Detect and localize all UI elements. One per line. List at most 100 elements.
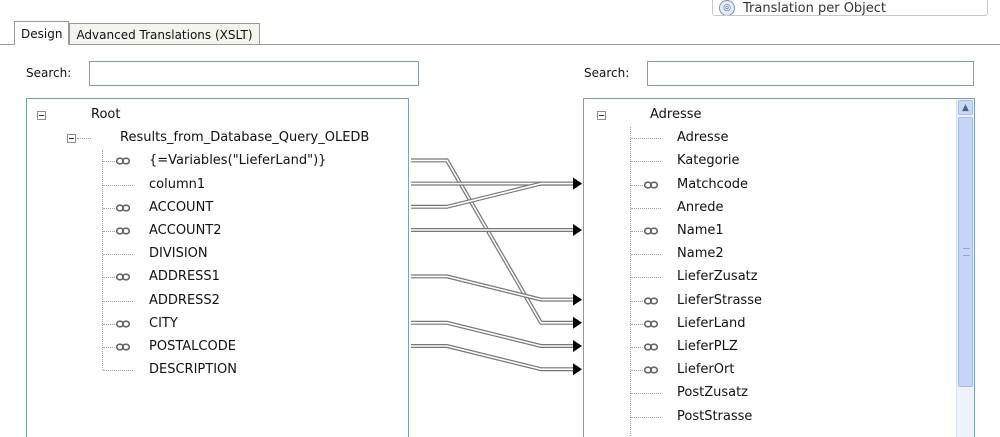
left-search-input[interactable] — [89, 61, 419, 86]
source-field[interactable]: {=Variables("LieferLand")} — [149, 150, 326, 172]
link-icon — [116, 320, 130, 328]
source-field[interactable]: column1 — [149, 174, 205, 196]
query-node[interactable]: Results_from_Database_Query_OLEDB — [120, 127, 369, 149]
mapping-line-highlight — [411, 182, 575, 208]
tree-connector — [103, 184, 133, 186]
target-field[interactable]: Name1 — [677, 220, 724, 242]
target-field[interactable]: LieferPLZ — [677, 336, 738, 358]
tree-connector — [103, 300, 133, 302]
radio-icon[interactable]: ◎ — [719, 0, 735, 15]
link-icon — [644, 180, 658, 189]
tree-connector — [631, 184, 643, 186]
tab-advanced-translations[interactable]: Advanced Translations (XSLT) — [69, 23, 260, 45]
tree-connector — [631, 323, 643, 325]
link-icon — [116, 343, 130, 351]
left-search-label: Search: — [26, 66, 72, 80]
tree-connector — [103, 277, 115, 279]
source-field[interactable]: ADDRESS2 — [149, 290, 220, 312]
target-field[interactable]: Anrede — [677, 197, 723, 219]
tab-divider — [0, 44, 1000, 45]
target-field[interactable]: Kategorie — [677, 150, 740, 172]
mapping-line-highlight — [411, 159, 575, 324]
tab-strip: Design Advanced Translations (XSLT) — [14, 21, 260, 45]
tree-connector — [102, 150, 103, 371]
scroll-thumb[interactable] — [958, 117, 973, 387]
tree-connector — [631, 161, 661, 163]
tree-connector — [103, 207, 115, 209]
link-icon — [116, 227, 130, 235]
tree-connector — [631, 207, 661, 209]
mapping-line-highlight — [411, 345, 575, 370]
tree-connector — [631, 347, 643, 348]
tree-connector — [631, 370, 643, 372]
link-icon — [116, 204, 130, 212]
arrow-icon — [573, 363, 582, 376]
tree-connector — [631, 138, 661, 140]
target-field[interactable]: LieferOrt — [677, 359, 734, 381]
translation-option[interactable]: ◎ Translation per Object — [712, 0, 988, 16]
mapping-line[interactable] — [411, 158, 575, 325]
tree-connector — [103, 161, 115, 163]
tree-connector — [630, 127, 631, 437]
target-field[interactable]: Name2 — [677, 243, 724, 265]
source-field[interactable]: ADDRESS1 — [149, 266, 220, 288]
source-tree[interactable]: Root Results_from_Database_Query_OLEDB {=V… — [26, 98, 409, 437]
mapping-line[interactable] — [411, 320, 575, 348]
tree-root[interactable]: Root — [91, 104, 120, 126]
link-icon — [644, 366, 658, 374]
mapping-line[interactable] — [411, 181, 575, 209]
mapping-line-highlight — [411, 275, 575, 301]
arrow-icon — [573, 316, 582, 329]
tree-connector — [103, 347, 115, 348]
arrow-icon — [573, 177, 582, 190]
source-field[interactable]: DIVISION — [149, 243, 208, 265]
link-icon — [644, 343, 658, 351]
root-collapse-icon[interactable] — [597, 111, 606, 120]
right-search-label: Search: — [584, 66, 630, 80]
target-field[interactable]: Adresse — [677, 127, 729, 149]
target-field[interactable]: LieferZusatz — [677, 266, 758, 288]
link-icon — [116, 273, 130, 281]
tree-connector — [103, 323, 115, 325]
link-icon — [644, 227, 658, 235]
link-icon — [644, 320, 658, 328]
source-field[interactable]: DESCRIPTION — [149, 359, 237, 381]
source-field[interactable]: CITY — [149, 313, 178, 335]
tree-connector — [631, 416, 661, 418]
target-tree[interactable]: ▲ Adresse Adresse Kategorie Matchcode Anrede… — [583, 98, 975, 437]
mapping-line-highlight — [411, 322, 575, 347]
right-search-input[interactable] — [647, 61, 974, 86]
arrow-icon — [573, 293, 582, 306]
tree-root[interactable]: Adresse — [650, 104, 702, 126]
tree-connector — [631, 300, 643, 302]
link-icon — [116, 157, 130, 165]
tree-connector — [77, 138, 91, 140]
source-field[interactable]: ACCOUNT2 — [149, 220, 222, 242]
tree-connector — [631, 393, 661, 395]
source-field[interactable]: ACCOUNT — [149, 197, 213, 219]
tree-connector — [103, 231, 115, 232]
target-field[interactable]: PostStrasse — [677, 406, 752, 428]
target-field[interactable]: Matchcode — [677, 174, 748, 196]
tree-connector — [103, 370, 133, 372]
vertical-scrollbar[interactable]: ▲ — [956, 99, 974, 437]
tree-connector — [631, 254, 661, 256]
tab-design[interactable]: Design — [14, 21, 70, 45]
mapping-line[interactable] — [411, 274, 575, 302]
target-field[interactable]: PostZusatz — [677, 382, 748, 404]
query-collapse-icon[interactable] — [67, 134, 76, 144]
translation-option-label: Translation per Object — [743, 0, 887, 16]
tree-connector — [631, 277, 661, 279]
target-field[interactable]: LieferLand — [677, 313, 745, 335]
tree-connector — [631, 231, 643, 232]
link-icon — [644, 296, 658, 305]
arrow-icon — [573, 224, 582, 236]
tree-connector — [103, 254, 133, 256]
arrow-icon — [573, 340, 582, 352]
target-field[interactable]: LieferStrasse — [677, 290, 762, 312]
mapping-line[interactable] — [411, 344, 575, 372]
arrow-icon — [573, 177, 582, 190]
root-collapse-icon[interactable] — [37, 111, 46, 120]
source-field[interactable]: POSTALCODE — [149, 336, 236, 358]
scroll-up-button[interactable]: ▲ — [958, 100, 973, 115]
